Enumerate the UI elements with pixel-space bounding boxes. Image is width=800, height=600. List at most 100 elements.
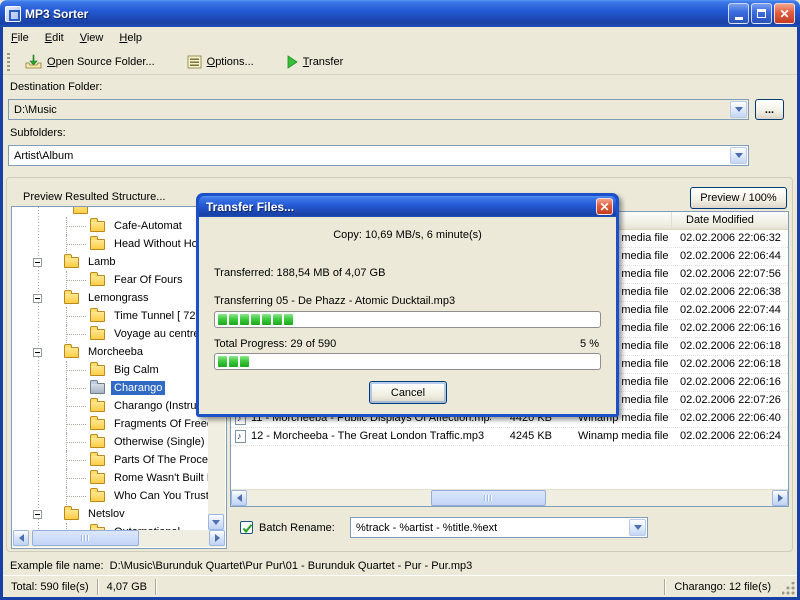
tree-scroll-down-button[interactable] — [208, 514, 224, 530]
tree-item[interactable]: Who Can You Trust — [90, 487, 209, 505]
tree-item-label: Time Tunnel [ 726 — [111, 309, 205, 323]
maximize-button[interactable] — [751, 3, 772, 24]
percent-label: 5 % — [580, 338, 599, 350]
tree-item-label: Head Without Hom — [111, 237, 209, 251]
arrow-right-icon — [778, 494, 783, 502]
tree-item[interactable]: Rome Wasn't Built Ir — [90, 469, 209, 487]
close-button[interactable]: ✕ — [774, 3, 795, 24]
tree-scroll-left-button[interactable] — [13, 530, 29, 546]
resize-grip[interactable] — [782, 582, 796, 596]
menu-edit[interactable]: Edit — [37, 30, 72, 46]
column-header-date-modified[interactable]: Date Modified — [672, 212, 788, 230]
tree-expander[interactable] — [33, 258, 42, 267]
tree-expander[interactable] — [33, 348, 42, 357]
file-size: 4245 KB — [492, 430, 552, 442]
folder-icon — [90, 419, 105, 430]
file-progress-bar — [214, 311, 601, 328]
tree-item[interactable]: Lemongrass — [33, 289, 152, 307]
menu-file[interactable]: File — [3, 30, 37, 46]
tree-horizontal-scrollbar[interactable] — [13, 530, 225, 547]
file-date: 02.02.2006 22:07:44 — [680, 304, 786, 316]
dialog-body: Copy: 10,69 MB/s, 6 minute(s) Transferre… — [199, 217, 616, 414]
app-window: MP3 Sorter ✕ File Edit View Help Open So… — [0, 0, 800, 600]
dialog-close-button[interactable]: ✕ — [596, 198, 613, 215]
folder-icon — [64, 347, 79, 358]
list-scroll-left-button[interactable] — [231, 490, 247, 506]
maximize-icon — [757, 9, 766, 18]
tree-item[interactable]: Netslov — [33, 505, 128, 523]
batch-dropdown-arrow-icon[interactable] — [629, 519, 646, 536]
tree-item-label: Morcheeba — [85, 345, 146, 359]
list-hscroll-thumb[interactable] — [431, 490, 546, 506]
tree-item[interactable]: Cafe-Automat — [90, 217, 185, 235]
destination-folder-value: D:\Music — [9, 104, 729, 116]
transfer-files-dialog: Transfer Files... ✕ Copy: 10,69 MB/s, 6 … — [196, 193, 619, 417]
subfolders-dropdown-arrow-icon[interactable] — [730, 147, 747, 164]
menu-help[interactable]: Help — [111, 30, 150, 46]
app-icon — [5, 6, 21, 22]
tree-item[interactable]: Head Without Hom — [90, 235, 209, 253]
progress-segment — [218, 314, 227, 325]
file-date: 02.02.2006 22:07:56 — [680, 268, 786, 280]
tree-item[interactable]: Otherwise (Single) — [90, 433, 207, 451]
tree-item[interactable]: Voyage au centre — [90, 325, 203, 343]
list-scroll-right-button[interactable] — [772, 490, 788, 506]
destination-folder-combobox[interactable]: D:\Music — [8, 99, 749, 120]
tree-expander[interactable] — [33, 510, 42, 519]
menu-view[interactable]: View — [72, 30, 112, 46]
file-date: 02.02.2006 22:06:16 — [680, 376, 786, 388]
tree-item[interactable]: Big Calm — [90, 361, 162, 379]
tree-item[interactable]: Morcheeba — [33, 343, 146, 361]
total-progress-line: Total Progress: 29 of 590 — [214, 338, 336, 350]
total-progress-fill — [218, 356, 249, 367]
dialog-title-bar[interactable]: Transfer Files... ✕ — [199, 196, 616, 217]
close-icon: ✕ — [599, 201, 609, 213]
tree-expander[interactable] — [33, 294, 42, 303]
progress-segment — [240, 356, 249, 367]
tree-item[interactable]: Fragments Of Freed — [90, 415, 209, 433]
open-source-folder-label: Open Source Folder... — [47, 56, 155, 68]
total-progress-bar — [214, 353, 601, 370]
minimize-button[interactable] — [728, 3, 749, 24]
options-icon — [187, 55, 202, 69]
arrow-left-icon — [237, 494, 242, 502]
example-label: Example file name: — [10, 560, 104, 572]
open-folder-icon — [25, 54, 42, 69]
subfolders-value: Artist\Album — [9, 150, 729, 162]
toolbar-gripper[interactable] — [7, 53, 10, 71]
file-date: 02.02.2006 22:06:38 — [680, 286, 786, 298]
browse-destination-button[interactable]: ... — [755, 99, 784, 120]
cancel-button[interactable]: Cancel — [369, 381, 447, 404]
file-row[interactable]: 12 - Morcheeba - The Great London Traffi… — [231, 428, 788, 446]
batch-rename-checkbox[interactable] — [240, 521, 253, 534]
tree-item[interactable] — [73, 207, 100, 217]
status-total-files: Total: 590 file(s) — [3, 581, 97, 593]
tree-item[interactable]: Charango (Instru — [90, 397, 200, 415]
tree-item[interactable]: Fear Of Fours — [90, 271, 185, 289]
folder-icon — [90, 311, 105, 322]
folder-icon — [90, 383, 105, 394]
tree-hscroll-thumb[interactable] — [32, 530, 139, 546]
status-total-size: 4,07 GB — [99, 581, 155, 593]
open-source-folder-button[interactable]: Open Source Folder... — [16, 50, 164, 73]
tree-scroll-right-button[interactable] — [209, 530, 225, 546]
progress-segment — [229, 314, 238, 325]
tree-item[interactable]: Charango — [90, 379, 165, 397]
folder-tree-panel: Cafe-Automat Head Without Hom Lamb Fear … — [11, 206, 227, 549]
progress-segment — [251, 314, 260, 325]
title-bar[interactable]: MP3 Sorter ✕ — [0, 0, 800, 27]
preview-button[interactable]: Preview / 100% — [690, 187, 787, 209]
destination-dropdown-arrow-icon[interactable] — [730, 101, 747, 118]
tree-item[interactable]: Lamb — [33, 253, 119, 271]
checkmark-icon — [242, 523, 253, 534]
tree-item[interactable]: Time Tunnel [ 726 — [90, 307, 205, 325]
transfer-button[interactable]: Transfer — [277, 51, 353, 73]
options-button[interactable]: Options... — [178, 51, 263, 73]
minimize-icon — [735, 17, 743, 20]
batch-rename-combobox[interactable]: %track - %artist - %title.%ext — [350, 517, 648, 538]
list-horizontal-scrollbar[interactable] — [231, 489, 788, 506]
transfer-play-icon — [286, 55, 298, 69]
tree-item[interactable]: Parts Of The Proces — [90, 451, 209, 469]
subfolders-combobox[interactable]: Artist\Album — [8, 145, 749, 166]
winamp-file-icon — [235, 430, 246, 443]
